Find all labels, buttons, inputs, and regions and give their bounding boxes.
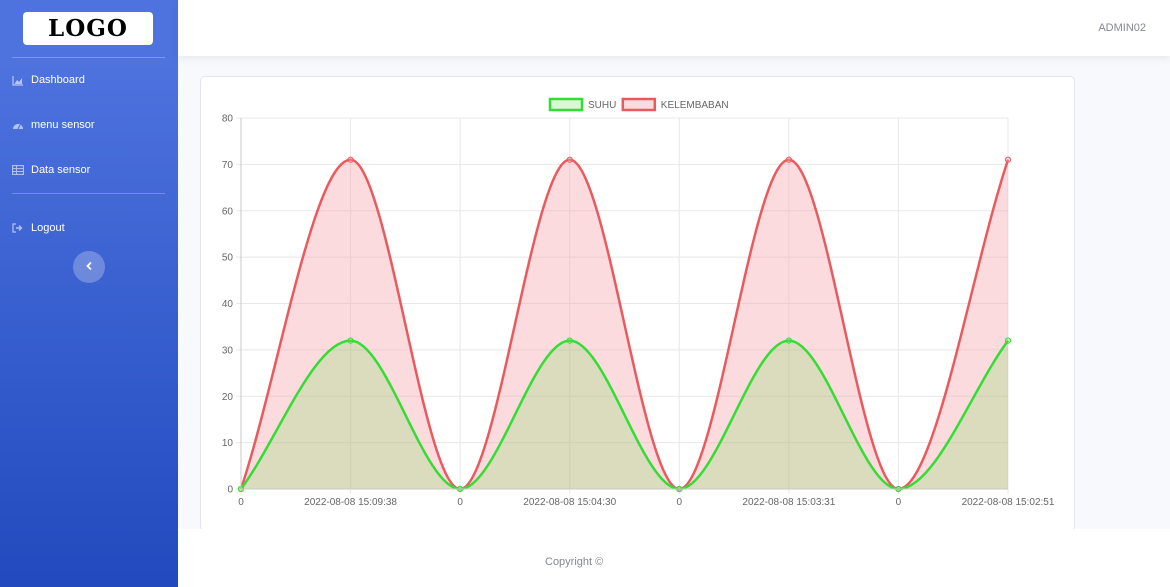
line-chart: 0 10 20 30 40 50 60 70 80 0 2022-08-08 15:09:38 0 20… [222,97,1055,508]
y-tick-label: 40 [222,299,234,310]
y-tick-label: 0 [227,485,233,496]
data-point [1004,156,1012,163]
footer [178,529,1170,587]
table-icon [12,164,24,176]
chart-area-icon [12,74,24,86]
logo[interactable]: LOGO [23,12,153,45]
legend-swatch [548,97,584,112]
sidebar-item-dashboard[interactable]: Dashboard [12,74,85,86]
data-point [347,156,354,163]
sidebar-item-label: Logout [31,222,65,234]
sidebar-divider [12,193,165,194]
legend-label: KELEMBABAN [661,100,729,111]
data-point [347,337,354,344]
y-tick-label: 70 [222,160,234,171]
data-point [566,156,573,163]
y-tick-label: 60 [222,206,234,217]
y-tick-label: 20 [222,392,234,403]
y-tick-label: 80 [222,114,234,125]
sidebar-item-menu-sensor[interactable]: menu sensor [12,119,95,131]
y-tick-label: 10 [222,438,234,449]
sidebar-item-label: Dashboard [31,74,85,86]
x-tick-label: 2022-08-08 15:04:30 [523,497,616,508]
gauge-icon [12,119,24,131]
chart-card: 0 10 20 30 40 50 60 70 80 0 2022-08-08 15:09:38 0 20… [200,76,1075,531]
y-tick-label: 30 [222,345,234,356]
sidebar-toggle-button[interactable] [73,251,105,283]
x-tick-label: 2022-08-08 15:03:31 [742,497,835,508]
sidebar-item-logout[interactable]: Logout [12,222,65,234]
sidebar-item-label: menu sensor [31,119,95,131]
data-point [785,156,792,163]
topbar: ADMIN02 [178,0,1170,56]
x-tick-label: 2022-08-08 15:09:38 [304,497,397,508]
legend-label: SUHU [588,100,616,111]
x-tick-label: 0 [896,497,902,508]
sign-out-icon [12,222,24,234]
x-tick-label: 0 [457,497,463,508]
sidebar-divider [12,57,165,58]
data-point [785,337,792,344]
x-tick-label: 2022-08-08 15:02:51 [962,497,1055,508]
x-tick-label: 0 [677,497,683,508]
copyright-text: Copyright © [545,556,604,568]
legend-swatch [621,97,657,112]
chevron-left-icon [85,258,93,276]
data-point [566,337,573,344]
y-tick-label: 50 [222,253,234,264]
user-name[interactable]: ADMIN02 [1098,22,1146,34]
x-tick-label: 0 [238,497,244,508]
sidebar-item-data-sensor[interactable]: Data sensor [12,164,90,176]
data-point [1004,337,1012,344]
sidebar-item-label: Data sensor [31,164,91,176]
sidebar: LOGO Dashboard menu sensor Data sensor L… [0,0,178,587]
